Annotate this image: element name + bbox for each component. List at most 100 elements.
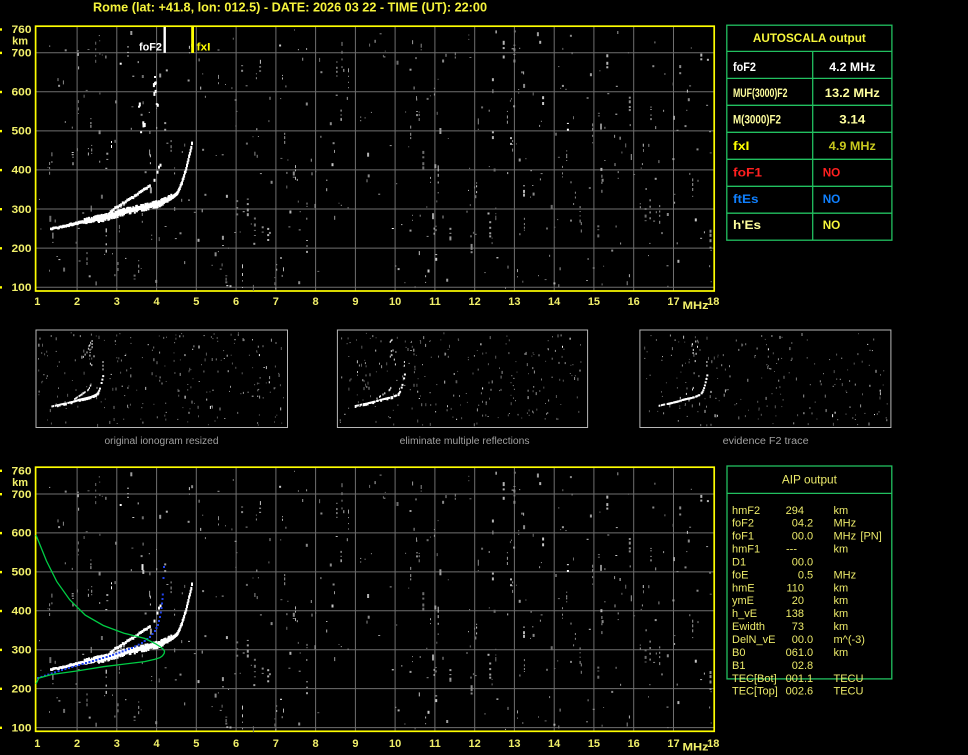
svg-text:294: 294 [786,505,804,517]
svg-text:foF2: foF2 [732,518,754,530]
svg-text:2: 2 [74,296,80,308]
svg-text:.0: .0 [804,556,813,568]
svg-text:10: 10 [389,738,401,750]
svg-text:15: 15 [588,296,600,308]
svg-text:3: 3 [114,296,120,308]
svg-text:3: 3 [114,738,120,750]
svg-text:11: 11 [429,296,441,308]
svg-text:100: 100 [12,282,32,294]
svg-text:17: 17 [667,296,679,308]
svg-text:km: km [834,595,849,607]
svg-text:04: 04 [792,518,804,530]
svg-text:700: 700 [12,48,32,60]
svg-text:10: 10 [389,296,401,308]
svg-text:7: 7 [273,296,279,308]
svg-text:3.14: 3.14 [839,113,865,127]
svg-text:7: 7 [273,738,279,750]
svg-text:6: 6 [233,738,239,750]
svg-text:.1: .1 [804,673,813,685]
svg-text:2: 2 [74,738,80,750]
svg-text:TECU: TECU [834,673,864,685]
svg-text:02: 02 [792,660,804,672]
svg-text:12: 12 [469,296,481,308]
svg-text:km: km [12,35,28,47]
svg-text:14: 14 [548,738,561,750]
svg-text:4: 4 [154,296,161,308]
svg-text:evidence F2 trace: evidence F2 trace [723,436,809,447]
svg-text:73: 73 [792,621,804,633]
svg-text:13.2 MHz: 13.2 MHz [825,86,880,100]
svg-text:200: 200 [12,683,32,695]
svg-text:9: 9 [352,738,358,750]
svg-text:hmF2: hmF2 [732,505,760,517]
svg-text:00: 00 [792,556,804,568]
svg-text:8: 8 [313,296,319,308]
svg-text:.2: .2 [804,518,813,530]
svg-text:ftEs: ftEs [733,192,759,206]
svg-text:MUF(3000)F2: MUF(3000)F2 [733,86,788,100]
svg-text:.5: .5 [804,569,813,581]
svg-text:300: 300 [12,204,32,216]
svg-text:13: 13 [508,296,520,308]
svg-text:18: 18 [707,738,719,750]
svg-text:760: 760 [12,24,32,36]
svg-text:B0: B0 [732,647,745,659]
svg-text:NO: NO [823,192,841,206]
svg-text:14: 14 [548,296,561,308]
svg-text:km: km [834,544,849,556]
svg-text:TEC[Bot]: TEC[Bot] [732,673,777,685]
svg-text:500: 500 [12,567,32,579]
svg-text:km: km [12,477,28,489]
svg-text:foE: foE [732,569,749,581]
svg-text:760: 760 [12,465,32,477]
svg-text:hmE: hmE [732,582,755,594]
svg-text:16: 16 [628,296,640,308]
svg-text:Rome (lat: +41.8, lon: 012.5): Rome (lat: +41.8, lon: 012.5) - DATE: 20… [93,1,487,15]
svg-text:5: 5 [193,738,199,750]
svg-text:foF2: foF2 [733,60,756,74]
svg-text:original ionogram resized: original ionogram resized [105,436,219,447]
svg-text:MHz: MHz [834,569,857,581]
svg-text:6: 6 [233,296,239,308]
svg-text:MHz: MHz [683,300,710,312]
svg-text:17: 17 [667,738,679,750]
svg-text:fxI: fxI [197,42,211,54]
svg-text:110: 110 [786,582,804,594]
svg-text:foF1: foF1 [733,165,762,179]
svg-text:M(3000)F2: M(3000)F2 [733,113,781,127]
svg-text:4.9 MHz: 4.9 MHz [829,139,876,153]
svg-text:1: 1 [34,738,40,750]
svg-text:km: km [834,647,849,659]
svg-text:00: 00 [792,531,804,543]
svg-text:km: km [834,505,849,517]
svg-text:.6: .6 [804,686,813,698]
svg-text:eliminate multiple reflections: eliminate multiple reflections [400,436,530,447]
svg-text:15: 15 [588,738,600,750]
svg-text:h'Es: h'Es [733,218,761,232]
svg-text:600: 600 [12,87,32,99]
svg-text:16: 16 [628,738,640,750]
svg-text:D1: D1 [732,556,746,568]
svg-text:1: 1 [34,296,40,308]
svg-text:.0: .0 [804,531,813,543]
svg-text:ymE: ymE [732,595,754,607]
svg-text:.0: .0 [804,647,813,659]
svg-text:---: --- [786,544,797,556]
svg-text:MHz: MHz [834,518,857,530]
svg-text:NO: NO [823,218,841,232]
svg-text:NO: NO [823,165,841,179]
svg-text:100: 100 [12,722,32,734]
svg-text:11: 11 [429,738,441,750]
svg-text:400: 400 [12,165,32,177]
svg-text:B1: B1 [732,660,745,672]
svg-text:4.2 MHz: 4.2 MHz [829,60,875,74]
svg-text:Ewidth: Ewidth [732,621,765,633]
svg-text:h_vE: h_vE [732,608,757,620]
svg-text:fxI: fxI [733,139,750,153]
svg-text:m^(-3): m^(-3) [834,634,865,646]
svg-text:TECU: TECU [834,686,864,698]
svg-text:200: 200 [12,243,32,255]
svg-text:km: km [834,621,849,633]
svg-text:002: 002 [786,686,804,698]
svg-text:foF2: foF2 [139,42,162,54]
